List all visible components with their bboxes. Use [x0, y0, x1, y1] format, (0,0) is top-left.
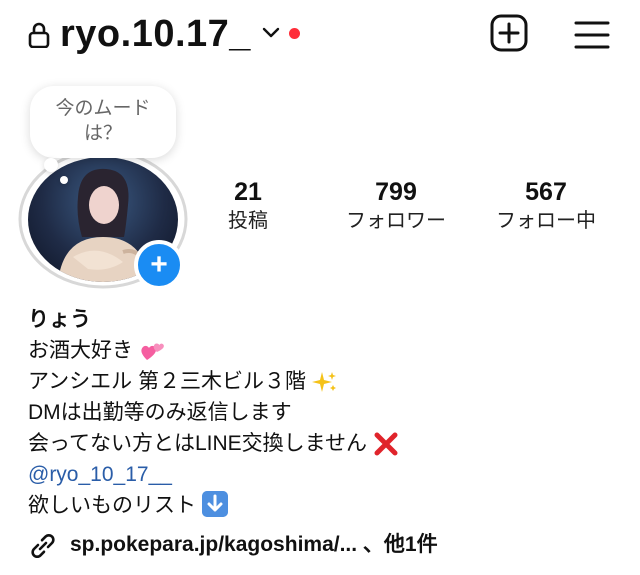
- bio: りょう お酒大好き アンシエル 第２三木ビル３階 DMは出勤等のみ返信します 会…: [28, 304, 399, 521]
- bubble-tail-small: [60, 176, 68, 184]
- mood-note-bubble[interactable]: 今のムード は？: [30, 86, 176, 158]
- create-post-button[interactable]: [490, 14, 528, 52]
- lock-icon: [28, 22, 50, 48]
- profile-header: ryo.10.17_: [0, 0, 640, 70]
- sparkles-emoji-icon: [311, 372, 336, 393]
- link-icon: [31, 533, 55, 559]
- bio-line-1: お酒大好き: [28, 335, 399, 366]
- bio-line-1-text: お酒大好き: [28, 339, 133, 362]
- notification-dot: [289, 28, 300, 39]
- posts-count: 21: [234, 178, 262, 206]
- heart-emoji-icon: [141, 343, 164, 361]
- plus-icon: +: [150, 248, 168, 281]
- external-link-text[interactable]: sp.pokepara.jp/kagoshima/... 、他1件: [70, 530, 438, 560]
- followers-label: フォロワー: [346, 210, 446, 232]
- cross-mark-emoji-icon: [374, 432, 398, 456]
- mood-line-1: 今のムード: [55, 98, 151, 119]
- menu-icon[interactable]: [574, 20, 610, 50]
- display-name: りょう: [28, 308, 91, 331]
- bio-line-3: DMは出勤等のみ返信します: [28, 401, 292, 424]
- bubble-tail-large: [44, 158, 58, 172]
- followers-count: 799: [375, 178, 417, 206]
- bio-line-2: アンシエル 第２三木ビル３階: [28, 366, 399, 397]
- posts-stat[interactable]: 21 投稿: [178, 178, 318, 236]
- bio-line-6-text: 欲しいものリスト: [28, 494, 196, 517]
- following-stat[interactable]: 567 フォロー中: [476, 178, 616, 236]
- following-count: 567: [525, 178, 567, 206]
- bio-line-6: 欲しいものリスト: [28, 490, 399, 521]
- bio-line-4: 会ってない方とはLINE交換しません: [28, 428, 399, 459]
- username[interactable]: ryo.10.17_: [60, 12, 251, 56]
- followers-stat[interactable]: 799 フォロワー: [326, 178, 466, 236]
- bio-line-2-text: アンシエル 第２三木ビル３階: [28, 370, 306, 393]
- mention-link[interactable]: @ryo_10_17__: [28, 459, 399, 490]
- mood-line-2: は？: [83, 123, 122, 144]
- down-arrow-emoji-icon: [201, 491, 228, 518]
- chevron-down-icon[interactable]: [262, 26, 280, 40]
- following-label: フォロー中: [496, 210, 596, 232]
- posts-label: 投稿: [228, 210, 268, 232]
- add-story-button[interactable]: +: [134, 240, 184, 290]
- bio-line-4-text: 会ってない方とはLINE交換しません: [28, 432, 368, 455]
